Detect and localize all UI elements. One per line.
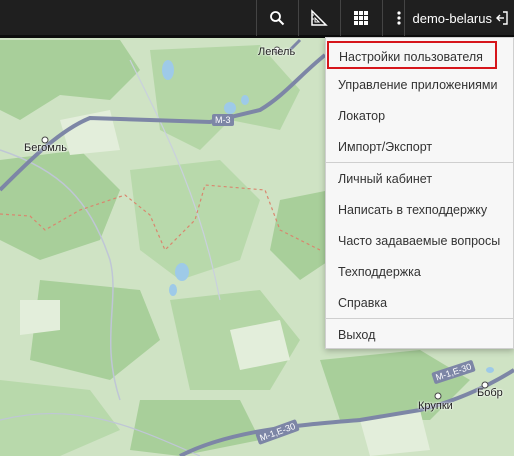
apps-grid-icon: [354, 11, 368, 25]
ruler-icon: [311, 9, 328, 26]
map-label-begoml: Бегомль: [24, 142, 67, 154]
search-icon: [270, 11, 285, 26]
measure-button[interactable]: [298, 0, 339, 36]
menu-item-app-management[interactable]: Управление приложениями: [326, 71, 514, 99]
map-label-bobr: Бобр: [477, 387, 503, 399]
user-dropdown-menu: Настройки пользователя Управление прилож…: [325, 37, 514, 349]
road-label-m3: M-3: [212, 114, 234, 126]
menu-item-import-export[interactable]: Импорт/Экспорт: [326, 133, 514, 161]
menu-divider: [326, 318, 514, 319]
menu-item-personal-account[interactable]: Личный кабинет: [326, 165, 514, 193]
menu-item-support[interactable]: Техподдержка: [326, 258, 514, 286]
menu-item-write-support[interactable]: Написать в техподдержку: [326, 196, 514, 224]
menu-divider: [326, 162, 514, 163]
menu-item-user-settings[interactable]: Настройки пользователя: [327, 41, 497, 69]
menu-item-locator[interactable]: Локатор: [326, 102, 514, 130]
map-label-krupki: Крупки: [418, 400, 453, 412]
map-label-lepel: Лепель: [258, 46, 296, 58]
user-menu-button[interactable]: demo-belarus: [403, 0, 514, 36]
top-toolbar: demo-belarus: [0, 0, 514, 38]
username-label: demo-belarus: [412, 10, 493, 26]
search-button[interactable]: [256, 0, 297, 36]
menu-item-faq[interactable]: Часто задаваемые вопросы: [326, 227, 514, 255]
menu-item-help[interactable]: Справка: [326, 289, 514, 317]
menu-item-logout[interactable]: Выход: [326, 321, 514, 349]
logout-icon: [496, 11, 508, 25]
apps-button[interactable]: [340, 0, 381, 36]
more-vert-icon: [397, 11, 401, 25]
